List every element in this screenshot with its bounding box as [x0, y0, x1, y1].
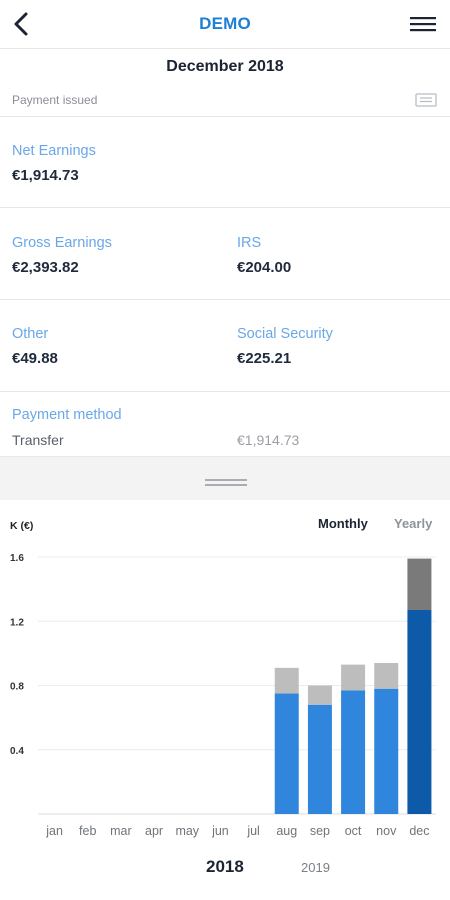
year-2019-button[interactable]: 2019	[301, 860, 330, 875]
payment-status-row: Payment issued	[0, 84, 450, 117]
menu-button[interactable]	[408, 10, 440, 38]
x-tick-label-sep: sep	[310, 824, 330, 838]
bar-deductions-oct	[341, 664, 366, 691]
social-security-value: €225.21	[237, 350, 292, 367]
other-label: Other	[12, 326, 49, 342]
payment-method-label: Payment method	[12, 407, 122, 423]
drag-handle-icon[interactable]	[205, 475, 247, 486]
bar-net-oct	[341, 690, 366, 814]
x-tick-label-feb: feb	[79, 824, 96, 838]
top-app-bar: DEMO	[0, 0, 450, 49]
payslip-document-icon[interactable]	[415, 93, 437, 107]
x-tick-label-apr: apr	[145, 824, 163, 838]
gross-irs-section: Gross Earnings €2,393.82 IRS €204.00	[0, 208, 450, 300]
bar-net-dec	[407, 610, 432, 814]
y-tick-label: 0.8	[10, 682, 24, 693]
year-2018-button[interactable]: 2018	[206, 857, 244, 877]
x-tick-label-aug: aug	[276, 824, 297, 838]
bar-net-sep	[307, 704, 332, 814]
earnings-chart-panel: K (€) Monthly Yearly 0.4 0.8 1.2 1.6 jan feb m…	[0, 500, 450, 900]
y-tick-label: 1.2	[10, 617, 24, 628]
bar-net-aug	[274, 693, 299, 814]
payment-method-section: Payment method Transfer €1,914.73	[0, 392, 450, 456]
x-tick-label-dec: dec	[409, 824, 429, 838]
hamburger-menu-icon	[410, 17, 436, 32]
net-earnings-value: €1,914.73	[12, 167, 79, 184]
irs-value: €204.00	[237, 259, 292, 276]
x-tick-label-nov: nov	[376, 824, 397, 838]
payment-amount: €1,914.73	[237, 432, 300, 448]
y-tick-label: 0.4	[10, 746, 24, 757]
gross-earnings-label: Gross Earnings	[12, 235, 112, 251]
bottom-sheet-handle-bar	[0, 456, 450, 501]
earnings-bar-chart: 0.4 0.8 1.2 1.6 jan feb mar apr may jun jul aug sep o…	[10, 553, 436, 838]
x-tick-label-mar: mar	[110, 824, 132, 838]
y-tick-label: 1.6	[10, 553, 24, 564]
net-earnings-label: Net Earnings	[12, 143, 96, 159]
other-value: €49.88	[12, 350, 58, 367]
payment-method-value: Transfer	[12, 432, 64, 448]
period-title: December 2018	[166, 58, 284, 75]
irs-label: IRS	[237, 235, 262, 251]
bar-deductions-aug	[274, 667, 299, 694]
x-tick-label-may: may	[175, 824, 199, 838]
other-social-section: Other €49.88 Social Security €225.21	[0, 300, 450, 392]
x-tick-label-jun: jun	[211, 824, 229, 838]
bar-deductions-dec	[407, 558, 432, 611]
bar-deductions-sep	[307, 685, 332, 705]
payment-status: Payment issued	[12, 93, 98, 107]
bar-deductions-nov	[374, 663, 399, 689]
x-tick-label-jan: jan	[45, 824, 63, 838]
x-tick-label-jul: jul	[246, 824, 260, 838]
net-earnings-section: Net Earnings €1,914.73	[0, 116, 450, 208]
x-tick-label-oct: oct	[345, 824, 362, 838]
social-security-label: Social Security	[237, 326, 333, 342]
gross-earnings-value: €2,393.82	[12, 259, 79, 276]
app-title: DEMO	[199, 14, 251, 33]
bar-net-nov	[374, 688, 399, 814]
